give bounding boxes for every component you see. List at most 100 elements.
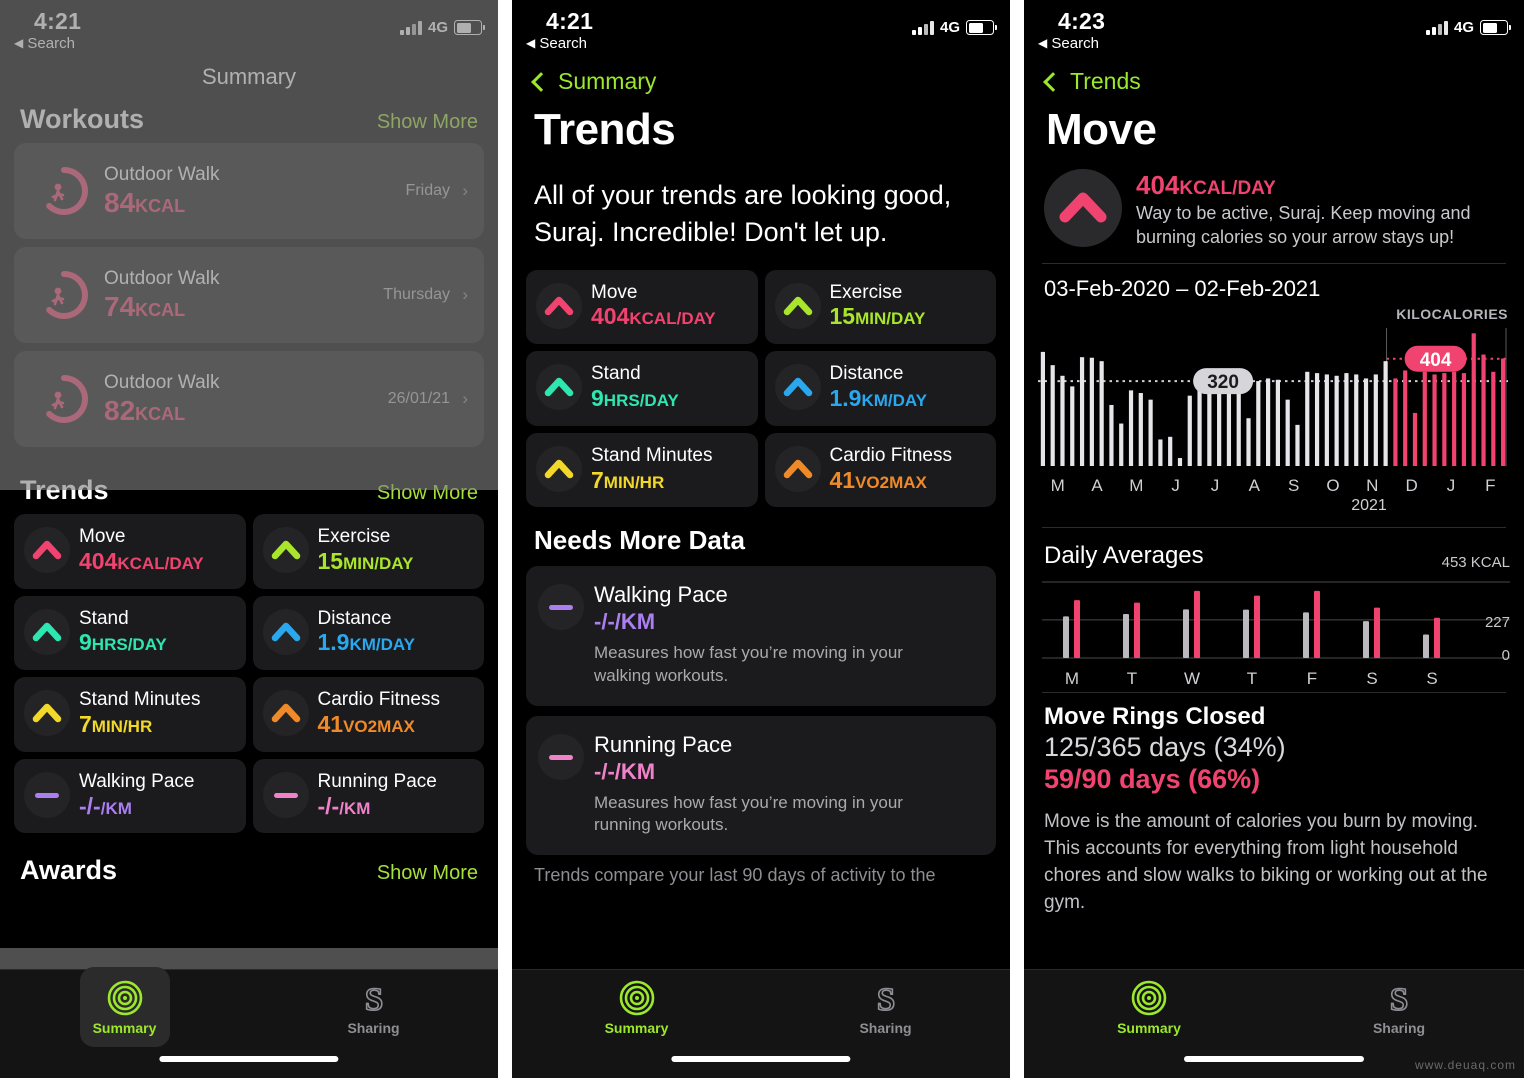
status-back-label: Search bbox=[27, 35, 75, 52]
awards-section-header: Awards Show More bbox=[0, 833, 498, 894]
awards-show-more[interactable]: Show More bbox=[377, 862, 478, 885]
axis-tick: M bbox=[1064, 669, 1080, 689]
trend-card-value: 9HRS/DAY bbox=[591, 384, 679, 411]
tab-bar: Summary S Sharing bbox=[0, 967, 498, 1078]
chevron-right-icon: › bbox=[462, 389, 468, 408]
axis-tick: D bbox=[1405, 476, 1418, 496]
rings-heading: Move Rings Closed bbox=[1044, 703, 1266, 731]
workout-row[interactable]: Outdoor Walk 82KCAL 26/01/21 › bbox=[14, 351, 484, 447]
tab-summary-label: Summary bbox=[604, 1019, 669, 1036]
trend-card-label: Distance bbox=[317, 607, 392, 629]
tab-summary[interactable]: Summary bbox=[1024, 970, 1274, 1044]
trend-card-value: 1.9KM/DAY bbox=[829, 384, 927, 411]
trend-card-grid: Move 404KCAL/DAY Exercise 15MIN/DAY Stan… bbox=[512, 269, 1010, 508]
nmd-value: -/-/KM bbox=[594, 758, 656, 784]
network-label: 4G bbox=[1453, 19, 1474, 36]
axis-tick: M bbox=[1050, 476, 1065, 496]
footer-clipped-text: Trends compare your last 90 days of acti… bbox=[534, 864, 936, 885]
trends-section-header: Trends Show More bbox=[0, 455, 498, 514]
trend-card-value: 9HRS/DAY bbox=[79, 629, 167, 656]
axis-tick: J bbox=[1171, 476, 1180, 496]
battery-icon bbox=[966, 20, 997, 35]
trend-card-cardio-fitness[interactable]: Cardio Fitness 41VO2MAX bbox=[764, 432, 996, 508]
chevron-up-icon bbox=[24, 608, 70, 655]
daily-averages-chart: 453 KCAL 227 0 M T W T F S S bbox=[1042, 554, 1510, 688]
network-label: 4G bbox=[427, 19, 448, 36]
chevron-up-icon bbox=[536, 445, 582, 492]
needs-more-data-card[interactable]: Running Pace -/-/KM Measures how fast yo… bbox=[526, 715, 996, 855]
chart-year-label: 2021 bbox=[1351, 497, 1387, 515]
activity-rings-icon bbox=[107, 980, 142, 1015]
trend-card-label: Move bbox=[591, 281, 638, 303]
trend-card-move[interactable]: Move 404KCAL/DAY bbox=[14, 514, 246, 589]
trend-card-value: -/-/KM bbox=[317, 792, 371, 819]
workout-row[interactable]: Outdoor Walk 84KCAL Friday › bbox=[14, 143, 484, 239]
trend-card-stand-minutes[interactable]: Stand Minutes 7MIN/HR bbox=[14, 677, 246, 752]
back-triangle-icon: ◀ bbox=[1038, 36, 1048, 50]
trend-card-value: 1.9KM/DAY bbox=[317, 629, 415, 656]
status-back-to-search[interactable]: ◀ Search bbox=[526, 35, 587, 52]
needs-more-data-card[interactable]: Walking Pace -/-/KM Measures how fast yo… bbox=[526, 566, 996, 706]
trend-card-move[interactable]: Move 404KCAL/DAY bbox=[526, 269, 758, 345]
nmd-desc: Measures how fast you’re moving in your … bbox=[594, 643, 903, 685]
trend-card-running-pace[interactable]: Running Pace -/-/KM bbox=[252, 758, 484, 834]
tab-sharing[interactable]: S Sharing bbox=[761, 970, 1010, 1044]
sharing-icon: S bbox=[1389, 981, 1409, 1017]
screenshot-stage: 4:21 ◀ Search 4G Summary Workouts Show M… bbox=[0, 0, 1524, 1078]
status-back-to-search[interactable]: ◀ Search bbox=[14, 35, 75, 52]
page-title: Move bbox=[1046, 105, 1157, 154]
trend-card-stand[interactable]: Stand 9HRS/DAY bbox=[14, 595, 246, 671]
workout-day: Thursday bbox=[383, 286, 450, 303]
tab-summary[interactable]: Summary bbox=[512, 970, 761, 1044]
svg-text:S: S bbox=[1390, 982, 1408, 1017]
tab-sharing[interactable]: S Sharing bbox=[1274, 970, 1524, 1044]
back-button[interactable]: Trends bbox=[1024, 58, 1524, 95]
trends-show-more[interactable]: Show More bbox=[377, 482, 478, 505]
tab-sharing[interactable]: S Sharing bbox=[249, 970, 498, 1044]
trend-card-grid: Move 404KCAL/DAY Exercise 15MIN/DAY Stan… bbox=[0, 514, 498, 834]
move-value: 404KCAL/DAY bbox=[1136, 170, 1276, 200]
chevron-up-icon bbox=[536, 364, 582, 411]
workouts-section-header: Workouts Show More bbox=[0, 90, 498, 143]
workout-row[interactable]: Outdoor Walk 74KCAL Thursday › bbox=[14, 247, 484, 343]
trend-card-stand[interactable]: Stand 9HRS/DAY bbox=[526, 351, 758, 426]
status-indicators: 4G bbox=[1425, 19, 1511, 36]
trend-card-value: 41VO2MAX bbox=[829, 466, 927, 493]
trend-card-distance[interactable]: Distance 1.9KM/DAY bbox=[764, 351, 996, 426]
trend-card-cardio-fitness[interactable]: Cardio Fitness 41VO2MAX bbox=[252, 677, 484, 752]
status-indicators: 4G bbox=[399, 19, 485, 36]
page-title: Trends bbox=[534, 105, 676, 154]
date-range-label: 03-Feb-2020 – 02-Feb-2021 bbox=[1044, 276, 1321, 302]
trend-card-walking-pace[interactable]: Walking Pace -/-/KM bbox=[14, 758, 246, 834]
status-time: 4:23 bbox=[1058, 8, 1106, 34]
nmd-desc: Measures how fast you’re moving in your … bbox=[594, 792, 903, 835]
status-back-to-search[interactable]: ◀ Search bbox=[1038, 35, 1099, 52]
back-button[interactable]: Summary bbox=[512, 58, 1010, 95]
sharing-icon: S bbox=[364, 981, 384, 1017]
panel-move-detail: 4:23 ◀ Search 4G Trends Move 404KCAL/DAY… bbox=[1024, 0, 1524, 1078]
chart-annotation-404: 404 bbox=[1404, 346, 1467, 373]
chevron-up-icon bbox=[774, 364, 821, 411]
axis-tick: F bbox=[1306, 669, 1318, 689]
chevron-up-icon bbox=[774, 282, 821, 329]
rings-90day-stat: 59/90 days (66%) bbox=[1044, 764, 1261, 795]
trend-card-value: 404KCAL/DAY bbox=[79, 547, 204, 574]
workouts-show-more[interactable]: Show More bbox=[377, 111, 478, 134]
trend-card-exercise[interactable]: Exercise 15MIN/DAY bbox=[764, 269, 996, 345]
avg-mid-label: 227 bbox=[1484, 614, 1510, 632]
tab-sharing-label: Sharing bbox=[1372, 1019, 1426, 1036]
axis-tick: W bbox=[1183, 669, 1201, 689]
nmd-label: Running Pace bbox=[594, 731, 733, 757]
intro-message: All of your trends are looking good, Sur… bbox=[534, 180, 952, 248]
trend-card-value: 7MIN/HR bbox=[591, 466, 665, 493]
axis-tick: J bbox=[1446, 476, 1456, 496]
trend-card-distance[interactable]: Distance 1.9KM/DAY bbox=[252, 595, 484, 671]
network-label: 4G bbox=[939, 19, 960, 36]
trend-card-exercise[interactable]: Exercise 15MIN/DAY bbox=[252, 514, 484, 589]
trend-card-stand-minutes[interactable]: Stand Minutes 7MIN/HR bbox=[526, 432, 758, 508]
dash-icon bbox=[24, 772, 70, 819]
status-indicators: 4G bbox=[911, 19, 997, 36]
axis-tick: S bbox=[1426, 669, 1438, 689]
trend-card-label: Move bbox=[79, 526, 126, 547]
tab-summary[interactable]: Summary bbox=[0, 967, 249, 1047]
